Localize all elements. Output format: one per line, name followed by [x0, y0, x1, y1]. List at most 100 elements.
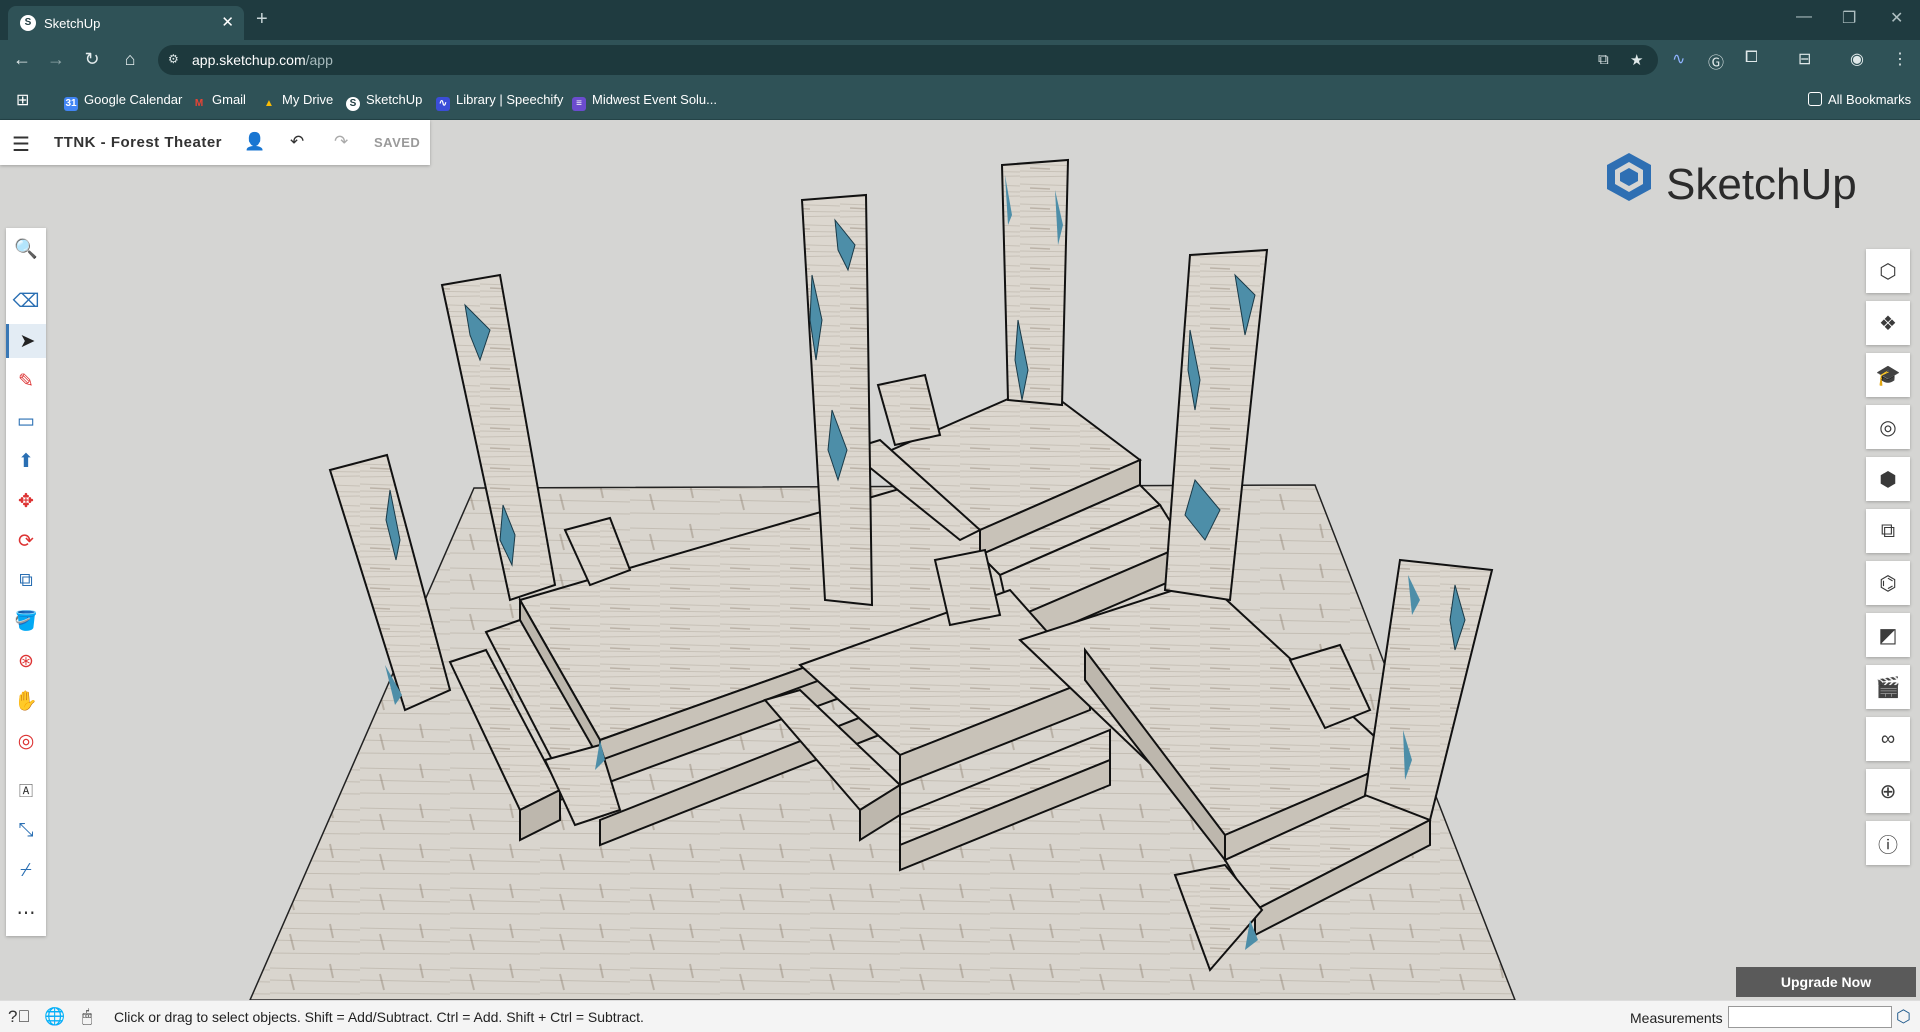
eraser-icon: ⌫ [12, 290, 40, 312]
help-icon[interactable]: ?⃝ [8, 1007, 30, 1027]
upgrade-now-button[interactable]: Upgrade Now [1736, 967, 1916, 997]
search-tool-button[interactable]: 🔍 [6, 232, 46, 266]
components-panel-button[interactable]: ❖ [1866, 301, 1910, 345]
install-app-icon[interactable]: ⧉ [1598, 51, 1609, 68]
rectangle-tool-button[interactable]: ▭ [6, 404, 46, 438]
zoom-tool-button[interactable]: ◎ [6, 724, 46, 758]
pan-tool-button[interactable]: ✋ [6, 684, 46, 718]
more-tools-button[interactable]: ⋯ [6, 896, 46, 930]
back-icon[interactable]: ← [10, 49, 34, 70]
grammarly-extension-icon[interactable]: Ⓖ [1708, 49, 1724, 73]
bookmark-sketchup[interactable]: S SketchUp [346, 92, 422, 111]
push-pull-tool-button[interactable]: ⬆ [6, 444, 46, 478]
browser-menu-icon[interactable]: ⋮ [1892, 49, 1908, 69]
display-panel-button[interactable]: ∞ [1866, 717, 1910, 761]
entity-info-panel-button[interactable]: ⬡ [1866, 249, 1910, 293]
tab-close-icon[interactable]: ✕ [221, 13, 234, 31]
rotate-icon: ⟳ [18, 530, 34, 552]
hamburger-menu-icon[interactable]: ☰ [12, 132, 30, 157]
paint-bucket-tool-button[interactable]: 🪣 [6, 604, 46, 638]
pencil-icon: ✎ [18, 370, 34, 392]
calendar-icon: 31 [64, 97, 78, 111]
sketchup-logo: SketchUp [1602, 150, 1857, 210]
list-icon: ≡ [572, 97, 586, 111]
outliner-panel-button[interactable]: ⌬ [1866, 561, 1910, 605]
scale-tool-button[interactable]: ⧉ [6, 564, 46, 598]
modeling-viewport[interactable] [0, 120, 1920, 1000]
profile-avatar[interactable]: ◉ [1850, 49, 1864, 69]
instructor-panel-button[interactable]: 🎓 [1866, 353, 1910, 397]
dimension-icon: ⤡ [18, 820, 34, 841]
url-text[interactable]: app.sketchup.com/app [192, 52, 333, 68]
apps-grid-icon[interactable]: ⊞ [16, 90, 29, 110]
geolocation-panel-button[interactable]: ⊕ [1866, 769, 1910, 813]
bookmark-my-drive[interactable]: ▲ My Drive [262, 92, 333, 111]
browser-toolbar: ← → ↻ ⌂ ⚙ app.sketchup.com/app ⧉ ★ ∿ Ⓖ ⧠… [0, 40, 1920, 80]
text-label-icon: 🄰 [19, 783, 33, 799]
magnifier-icon: 🔍 [14, 239, 38, 260]
orbit-tool-button[interactable]: ⊛ [6, 644, 46, 678]
orbit-icon: ⊛ [18, 650, 34, 672]
scenes-panel-button[interactable]: 🎬 [1866, 665, 1910, 709]
new-tab-button[interactable]: + [256, 8, 268, 31]
bookmark-star-icon[interactable]: ★ [1630, 51, 1643, 69]
brand-name: SketchUp [1666, 160, 1857, 209]
redo-icon[interactable]: ↷ [334, 132, 348, 152]
side-panel-icon[interactable]: ⊟ [1798, 49, 1811, 69]
tags-icon: ⧉ [1880, 519, 1896, 542]
pillar-6 [1363, 558, 1494, 822]
minimize-icon[interactable]: — [1796, 8, 1812, 26]
outliner-icon: ⌬ [1879, 572, 1897, 595]
home-icon[interactable]: ⌂ [118, 49, 142, 70]
eraser-tool-button[interactable]: ⌫ [6, 284, 46, 318]
soften-edges-panel-button[interactable]: ◩ [1866, 613, 1910, 657]
forward-icon[interactable]: → [44, 49, 68, 70]
gmail-icon: M [194, 98, 204, 109]
tape-measure-tool-button[interactable]: ⤡ [6, 814, 46, 848]
bookmarks-bar: ⊞ 31 Google Calendar M Gmail ▲ My Drive S Sk… [0, 80, 1920, 120]
components-icon: ❖ [1879, 312, 1897, 335]
all-bookmarks[interactable]: All Bookmarks [1808, 92, 1911, 107]
move-tool-button[interactable]: ✥ [6, 484, 46, 518]
scenes-icon: 🎬 [1875, 676, 1901, 699]
globe-icon[interactable]: 🌐 [44, 1007, 65, 1027]
scale-icon: ⧉ [19, 570, 33, 591]
bookmark-google-calendar[interactable]: 31 Google Calendar [64, 92, 182, 111]
close-window-icon[interactable]: ✕ [1890, 8, 1903, 28]
measurements-input[interactable] [1728, 1006, 1892, 1028]
tags-panel-button[interactable]: ⧉ [1866, 509, 1910, 553]
browser-tab[interactable]: S SketchUp ✕ [8, 6, 244, 40]
bookmark-speechify[interactable]: ∿ Library | Speechify [436, 92, 563, 111]
speechify-extension-icon[interactable]: ∿ [1672, 49, 1685, 69]
arrow-cursor-icon: ➤ [19, 330, 36, 352]
bookmark-gmail[interactable]: M Gmail [192, 92, 246, 111]
restore-icon[interactable]: ❐ [1842, 8, 1856, 28]
reload-icon[interactable]: ↻ [80, 49, 104, 70]
3d-model-scene[interactable] [0, 120, 1920, 1000]
rotate-tool-button[interactable]: ⟳ [6, 524, 46, 558]
drive-icon: ▲ [264, 98, 274, 109]
bookmark-midwest-event[interactable]: ≡ Midwest Event Solu... [572, 92, 717, 111]
site-info-icon[interactable]: ⚙ [168, 52, 182, 66]
folder-icon [1808, 92, 1822, 106]
soften-edges-icon: ◩ [1878, 624, 1898, 647]
share-user-icon[interactable]: 👤 [244, 132, 265, 152]
select-tool-button[interactable]: ➤ [6, 324, 46, 358]
sketchup-small-logo-icon[interactable]: ⬡ [1896, 1007, 1911, 1027]
info-panel-button[interactable]: ⓘ [1866, 821, 1910, 865]
undo-icon[interactable]: ↶ [290, 132, 304, 152]
pencil-tool-button[interactable]: ✎ [6, 364, 46, 398]
address-bar[interactable]: ⚙ app.sketchup.com/app ⧉ ★ [158, 45, 1658, 75]
mouse-icon[interactable]: 🖱 [82, 1007, 92, 1027]
materials-icon: ◎ [1879, 416, 1897, 439]
styles-icon: ⬢ [1879, 468, 1897, 491]
sketchup-favicon: S [20, 15, 36, 31]
extensions-icon[interactable]: ⧠ [1745, 49, 1758, 67]
eyedropper-tool-button[interactable]: ⌿ [6, 854, 46, 888]
styles-panel-button[interactable]: ⬢ [1866, 457, 1910, 501]
materials-panel-button[interactable]: ◎ [1866, 405, 1910, 449]
document-title-panel: ☰ TTNK - Forest Theater 👤 ↶ ↷ SAVED [0, 120, 430, 165]
status-bar: ?⃝ 🌐 🖱 Click or drag to select objects. … [0, 1000, 1920, 1032]
document-title[interactable]: TTNK - Forest Theater [54, 134, 222, 151]
text-tool-button[interactable]: 🄰 [6, 774, 46, 808]
